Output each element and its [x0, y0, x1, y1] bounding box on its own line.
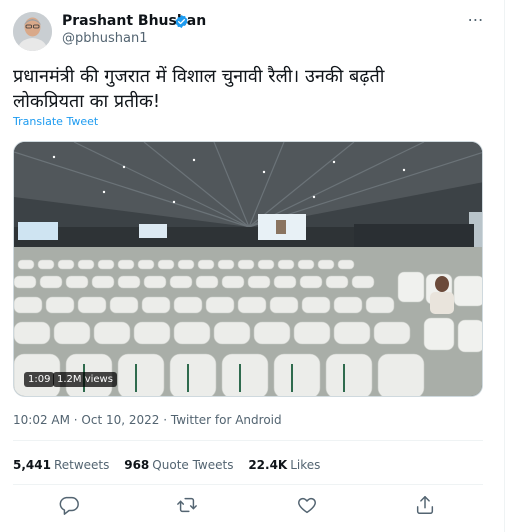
- video-player[interactable]: [13, 141, 483, 397]
- video-views-badge: 1.2M views: [53, 372, 117, 387]
- divider: [13, 440, 483, 441]
- tweet-meta: 10:02 AM · Oct 10, 2022 · Twitter for An…: [13, 413, 282, 427]
- retweets-label: Retweets: [53, 458, 110, 472]
- tweet-source-link[interactable]: Twitter for Android: [171, 413, 282, 427]
- more-options-icon[interactable]: ⋯: [466, 12, 486, 31]
- tweet-stats: 5,441 Retweets 968 Quote Tweets 22.4K Likes: [13, 458, 331, 472]
- meta-separator: ·: [159, 413, 171, 427]
- likes-label: Likes: [290, 458, 321, 472]
- quote-tweets-label: Quote Tweets: [152, 458, 234, 472]
- verified-badge-icon: [175, 14, 188, 29]
- tweet-text: प्रधानमंत्री की गुजरात में विशाल चुनावी …: [13, 64, 483, 114]
- like-icon[interactable]: [296, 494, 322, 520]
- likes-count: 22.4K: [248, 458, 288, 472]
- avatar[interactable]: [13, 12, 52, 51]
- likes-stat[interactable]: 22.4K Likes: [248, 458, 320, 472]
- retweet-icon[interactable]: [176, 494, 202, 520]
- video-thumbnail: [14, 142, 482, 396]
- share-icon[interactable]: [414, 494, 440, 520]
- translate-tweet-link[interactable]: Translate Tweet: [13, 115, 98, 128]
- tweet-text-line-1: प्रधानमंत्री की गुजरात में विशाल चुनावी …: [13, 66, 385, 87]
- tweet-text-line-2: लोकप्रियता का प्रतीक!: [13, 91, 161, 112]
- tweet-date-link[interactable]: Oct 10, 2022: [81, 413, 159, 427]
- video-duration-badge: 1:09: [24, 372, 55, 387]
- author-handle[interactable]: @pbhushan1: [62, 31, 147, 46]
- quote-tweets-stat[interactable]: 968 Quote Tweets: [124, 458, 233, 472]
- quote-tweets-count: 968: [124, 458, 150, 472]
- meta-separator: ·: [69, 413, 82, 427]
- tweet-card: Prashant Bhushan @pbhushan1 ⋯ प्रधानमंत्…: [0, 0, 505, 532]
- retweets-count: 5,441: [13, 458, 51, 472]
- reply-icon[interactable]: [58, 494, 84, 520]
- tweet-actions-bar: [0, 494, 505, 520]
- divider: [13, 484, 483, 485]
- retweets-stat[interactable]: 5,441 Retweets: [13, 458, 109, 472]
- tweet-time-link[interactable]: 10:02 AM: [13, 413, 70, 427]
